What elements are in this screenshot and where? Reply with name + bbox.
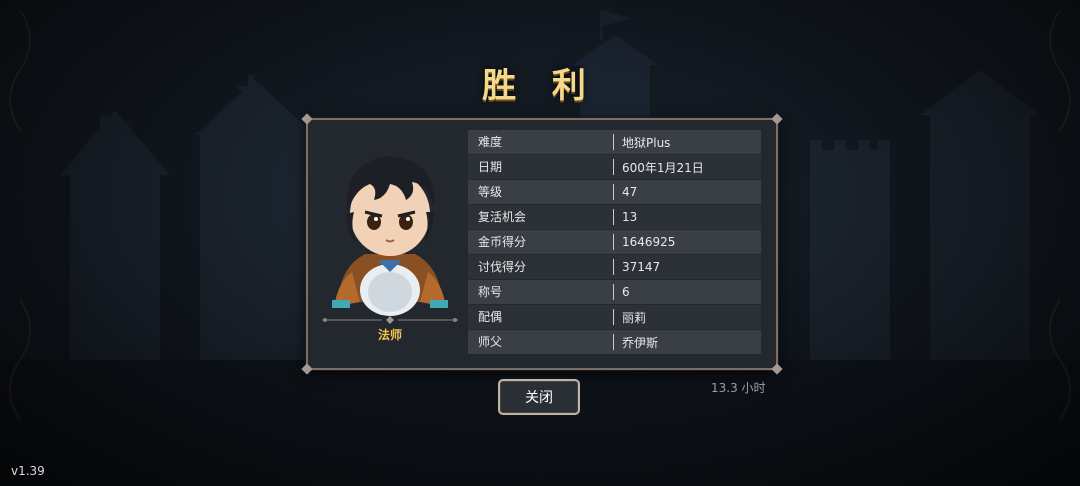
result-panel: 法师 难度 地狱Plus 日期 600年1月21日 等级 47 复活机会 13 金币得分… xyxy=(301,113,783,375)
stat-value: 37147 xyxy=(622,260,661,274)
stat-key: 金币得分 xyxy=(468,234,614,250)
stat-value: 6 xyxy=(622,285,630,299)
stat-key: 复活机会 xyxy=(468,209,614,225)
stat-row: 等级 47 xyxy=(468,180,761,204)
stat-value: 乔伊斯 xyxy=(622,335,659,350)
play-time-label: 13.3 小时 xyxy=(711,381,766,395)
stat-row: 配偶 丽莉 xyxy=(468,305,761,329)
stat-row: 金币得分 1646925 xyxy=(468,230,761,254)
stat-row: 难度 地狱Plus xyxy=(468,130,761,154)
stat-row: 称号 6 xyxy=(468,280,761,304)
stat-row: 师父 乔伊斯 xyxy=(468,330,761,354)
close-button[interactable]: 关闭 xyxy=(498,379,580,415)
stat-value: 地狱Plus xyxy=(622,135,671,150)
stat-key: 等级 xyxy=(468,184,614,200)
character-class-label: 法师 xyxy=(377,328,402,342)
stat-value: 47 xyxy=(622,185,638,199)
stat-key: 难度 xyxy=(468,134,614,150)
stat-key: 师父 xyxy=(468,334,614,350)
stat-row: 复活机会 13 xyxy=(468,205,761,229)
stat-value: 13 xyxy=(622,210,638,224)
stat-key: 称号 xyxy=(468,284,614,300)
stat-key: 日期 xyxy=(468,159,614,175)
stat-value: 600年1月21日 xyxy=(622,160,704,175)
stat-row: 日期 600年1月21日 xyxy=(468,155,761,179)
stat-value: 丽莉 xyxy=(622,310,647,325)
divider-ornament xyxy=(322,316,458,324)
mage-character-portrait xyxy=(332,156,448,316)
victory-title: 胜 利 xyxy=(482,66,598,106)
stats-table: 难度 地狱Plus 日期 600年1月21日 等级 47 复活机会 13 金币得分 164… xyxy=(468,130,761,355)
stat-key: 讨伐得分 xyxy=(468,259,614,275)
stat-row: 讨伐得分 37147 xyxy=(468,255,761,279)
version-label: v1.39 xyxy=(11,464,45,478)
stat-value: 1646925 xyxy=(622,235,676,249)
stat-key: 配偶 xyxy=(468,309,614,325)
